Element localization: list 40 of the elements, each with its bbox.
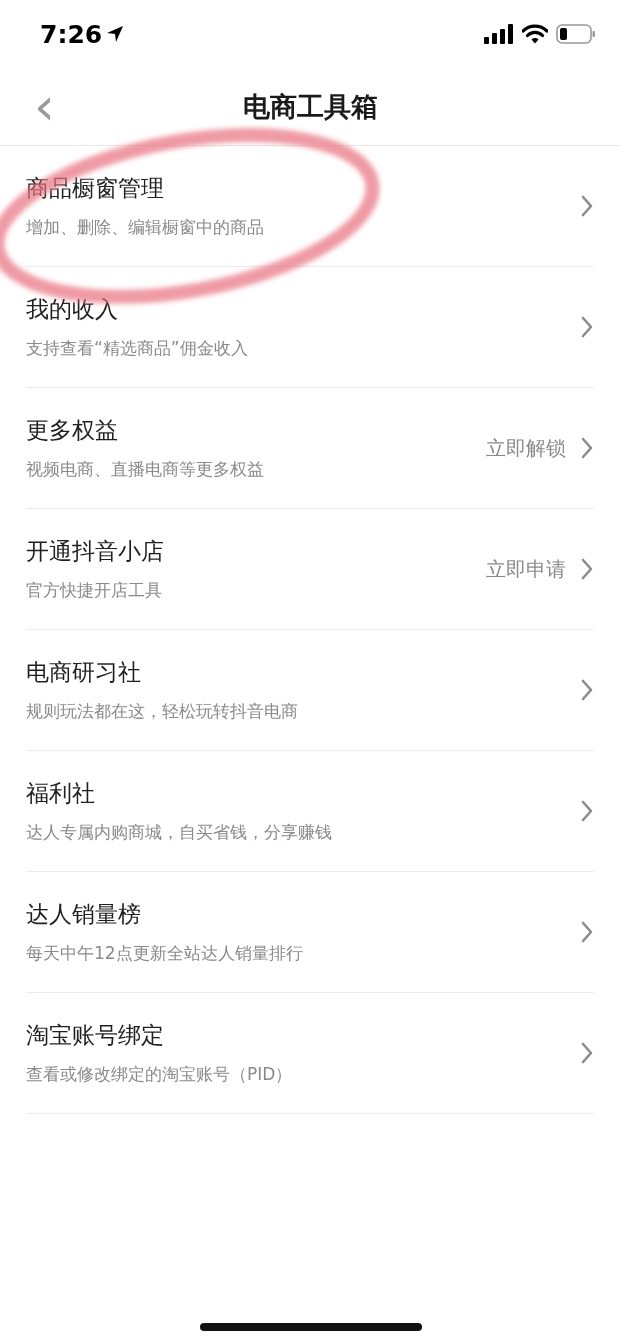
menu-item[interactable]: 电商研习社 规则玩法都在这，轻松玩转抖音电商: [26, 630, 594, 751]
item-subtitle: 官方快捷开店工具: [26, 579, 163, 602]
menu-item[interactable]: 商品橱窗管理 增加、删除、编辑橱窗中的商品: [26, 146, 594, 267]
item-title: 淘宝账号绑定: [26, 1021, 165, 1050]
item-title: 我的收入: [26, 295, 119, 324]
location-arrow-icon: [106, 25, 125, 43]
item-subtitle: 规则玩法都在这，轻松玩转抖音电商: [26, 700, 299, 723]
item-subtitle: 达人专属内购商城，自买省钱，分享赚钱: [26, 821, 333, 844]
page-title: 电商工具箱: [242, 89, 378, 124]
chevron-right-icon: [580, 194, 594, 218]
menu-item[interactable]: 达人销量榜 每天中午12点更新全站达人销量排行: [26, 872, 594, 993]
item-title: 电商研习社: [26, 658, 142, 687]
menu-item[interactable]: 更多权益 视频电商、直播电商等更多权益 立即解锁: [26, 388, 594, 509]
item-subtitle: 查看或修改绑定的淘宝账号（PID）: [26, 1063, 294, 1086]
chevron-right-icon: [580, 920, 594, 944]
item-title: 商品橱窗管理: [26, 174, 165, 203]
signal-icon: [484, 24, 514, 44]
item-action: 立即申请: [486, 555, 566, 583]
item-subtitle: 每天中午12点更新全站达人销量排行: [26, 942, 304, 965]
chevron-right-icon: [580, 1041, 594, 1065]
chevron-right-icon: [580, 799, 594, 823]
chevron-right-icon: [580, 315, 594, 339]
item-subtitle: 视频电商、直播电商等更多权益: [26, 458, 265, 481]
item-action: 立即解锁: [486, 434, 566, 462]
wifi-icon: [522, 24, 548, 44]
item-subtitle: 增加、删除、编辑橱窗中的商品: [26, 216, 265, 239]
status-time: 7:26: [40, 19, 103, 49]
item-title: 开通抖音小店: [26, 537, 165, 566]
item-subtitle: 支持查看“精选商品”佣金收入: [26, 337, 249, 360]
menu-item[interactable]: 开通抖音小店 官方快捷开店工具 立即申请: [26, 509, 594, 630]
chevron-right-icon: [580, 678, 594, 702]
battery-icon: [556, 24, 596, 44]
menu-item[interactable]: 淘宝账号绑定 查看或修改绑定的淘宝账号（PID）: [26, 993, 594, 1114]
menu-item[interactable]: 福利社 达人专属内购商城，自买省钱，分享赚钱: [26, 751, 594, 872]
item-title: 更多权益: [26, 416, 119, 445]
menu-item[interactable]: 我的收入 支持查看“精选商品”佣金收入: [26, 267, 594, 388]
item-title: 达人销量榜: [26, 900, 142, 929]
chevron-right-icon: [580, 557, 594, 581]
item-title: 福利社: [26, 779, 96, 808]
chevron-right-icon: [580, 436, 594, 460]
